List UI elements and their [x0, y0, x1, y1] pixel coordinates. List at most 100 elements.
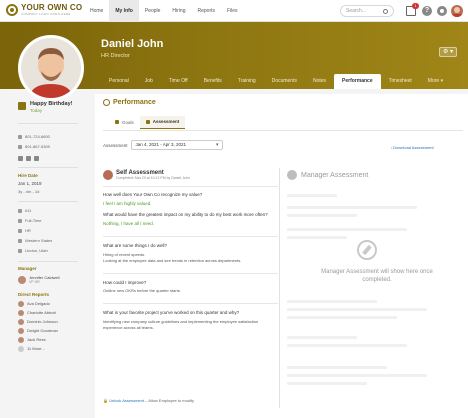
facebook-icon[interactable]: [34, 156, 39, 161]
nav-hiring[interactable]: Hiring: [166, 0, 191, 22]
nav-reports[interactable]: Reports: [191, 0, 221, 22]
linkedin-icon[interactable]: [26, 156, 31, 161]
location-text: Lindon, Utah: [25, 248, 48, 253]
manager-assessment-section: Manager Assessment Manager Assessment wi…: [287, 170, 460, 410]
placeholder-line: [287, 308, 427, 311]
logo-name: YOUR OWN CO: [21, 3, 83, 12]
manager-assessment-icon: [287, 170, 297, 180]
placeholder-line: [287, 228, 407, 231]
division: Western States: [18, 238, 52, 243]
phone-icon: [18, 134, 22, 139]
manager-role: VP HR: [29, 280, 40, 284]
search-placeholder: Search...: [346, 8, 367, 14]
nav-my-info[interactable]: My Info: [109, 0, 139, 22]
search-icon: [383, 9, 388, 14]
download-assessment-link[interactable]: Download Assessment: [390, 145, 433, 150]
placeholder-line: [287, 316, 397, 319]
tab-more[interactable]: More ▾: [420, 74, 451, 89]
phone-work-text: 801-724-6600: [25, 134, 50, 139]
division-text: Western States: [25, 238, 53, 243]
manager-assessment-title: Manager Assessment: [301, 171, 369, 179]
placeholder-line: [287, 300, 377, 303]
location: Lindon, Utah: [18, 248, 48, 253]
placeholder-line: [287, 214, 357, 217]
tab-documents[interactable]: Documents: [264, 74, 305, 89]
divider: [103, 303, 278, 304]
nav-home[interactable]: Home: [84, 0, 109, 22]
divider: [103, 272, 278, 274]
direct-report-item[interactable]: Charlotte Abbott: [18, 308, 58, 317]
nav-files[interactable]: Files: [221, 0, 244, 22]
answer-1: I feel I am highly valued.: [103, 200, 152, 206]
user-avatar[interactable]: [451, 5, 463, 17]
assessment-label: Assessment: [103, 142, 128, 148]
phone-mobile-text: 801-867-5309: [25, 144, 50, 149]
divider: [18, 201, 78, 202]
logo-tagline: COMPANY LOGO GOES HERE: [21, 12, 71, 16]
cake-icon: [18, 102, 26, 110]
placeholder-line: [287, 194, 337, 197]
email-icon[interactable]: [18, 156, 23, 161]
tab-training[interactable]: Training: [230, 74, 264, 89]
placeholder-line: [287, 206, 417, 209]
compass-icon: [357, 240, 377, 260]
profile-settings-button[interactable]: ⚙ ▾: [439, 47, 457, 57]
phone-work[interactable]: 801-724-6600: [18, 134, 50, 139]
phone-mobile[interactable]: 801-867-5309: [18, 144, 50, 149]
assessment-period-select[interactable]: Jan 4, 2021 - Apr 3, 2021: [130, 140, 223, 150]
tab-job[interactable]: Job: [137, 74, 161, 89]
inbox-count-badge: 1: [412, 3, 419, 9]
column-divider: [279, 168, 280, 408]
employment-status: Full-Time: [18, 218, 42, 223]
divider: [18, 123, 78, 124]
question-2: What would have the greatest impact on m…: [103, 212, 268, 217]
report-avatar: [18, 336, 24, 343]
birthday-title: Happy Birthday!: [30, 101, 73, 107]
unlock-assessment-link[interactable]: Unlock Assessment: [109, 398, 144, 403]
manager-assessment-header: Manager Assessment: [287, 170, 460, 180]
department-text: HR: [25, 228, 31, 233]
search-input[interactable]: Search...: [340, 5, 394, 17]
report-avatar: [18, 300, 24, 307]
direct-report-item[interactable]: Dwight Goodman: [18, 326, 58, 335]
divider: [18, 167, 78, 168]
manager-link[interactable]: Jennifer Caldwell VP HR: [18, 275, 59, 284]
nav-people[interactable]: People: [139, 0, 167, 22]
question-1: How well does Your Own Co recognize my v…: [103, 192, 203, 197]
question-5: What is your favorite project you've wor…: [103, 310, 240, 315]
unlock-assessment: 🔒 Unlock Assessment – Allow Employee to …: [103, 398, 195, 403]
tab-personal[interactable]: Personal: [101, 74, 137, 89]
more-reports-link[interactable]: 11 More...: [18, 344, 58, 353]
department: HR: [18, 228, 31, 233]
direct-report-item[interactable]: Dominic Johnson: [18, 317, 58, 326]
goals-icon: [115, 120, 119, 124]
settings-gear-icon[interactable]: [437, 6, 447, 16]
performance-panel: Performance Goals Assessment Assessment …: [95, 94, 468, 418]
direct-report-item[interactable]: Jack Rees: [18, 335, 58, 344]
placeholder-line: [287, 374, 427, 377]
placeholder-line: [287, 336, 357, 339]
tab-timesheet[interactable]: Timesheet: [381, 74, 420, 89]
tab-benefits[interactable]: Benefits: [196, 74, 230, 89]
divider: [18, 261, 78, 262]
logo-icon: [6, 4, 18, 16]
report-avatar: [18, 309, 24, 316]
employment-status-text: Full-Time: [25, 218, 42, 223]
direct-report-item[interactable]: Ava Delgado: [18, 299, 58, 308]
help-icon[interactable]: ?: [422, 6, 432, 16]
question-3: What are some things I do well?: [103, 243, 168, 248]
report-name: Charlotte Abbott: [27, 310, 56, 315]
manager-assessment-message: Manager Assessment will show here once c…: [321, 269, 433, 283]
profile-sidebar: Happy Birthday! Today 801-724-6600 801-8…: [0, 89, 88, 418]
subtab-assessment[interactable]: Assessment: [139, 116, 186, 129]
answer-4: Outline new OKRs before the quarter star…: [103, 288, 181, 293]
tab-notes[interactable]: Notes: [305, 74, 334, 89]
subtab-goals[interactable]: Goals: [109, 116, 140, 129]
company-logo[interactable]: YOUR OWN CO COMPANY LOGO GOES HERE: [6, 4, 82, 16]
id-icon: [18, 208, 22, 213]
employee-avatar: [103, 170, 113, 180]
answer-2: Nothing, I have all I need.: [103, 220, 155, 226]
tab-performance[interactable]: Performance: [334, 74, 381, 89]
hire-date-label: Hire Date: [18, 173, 38, 178]
tab-time-off[interactable]: Time Off: [161, 74, 196, 89]
